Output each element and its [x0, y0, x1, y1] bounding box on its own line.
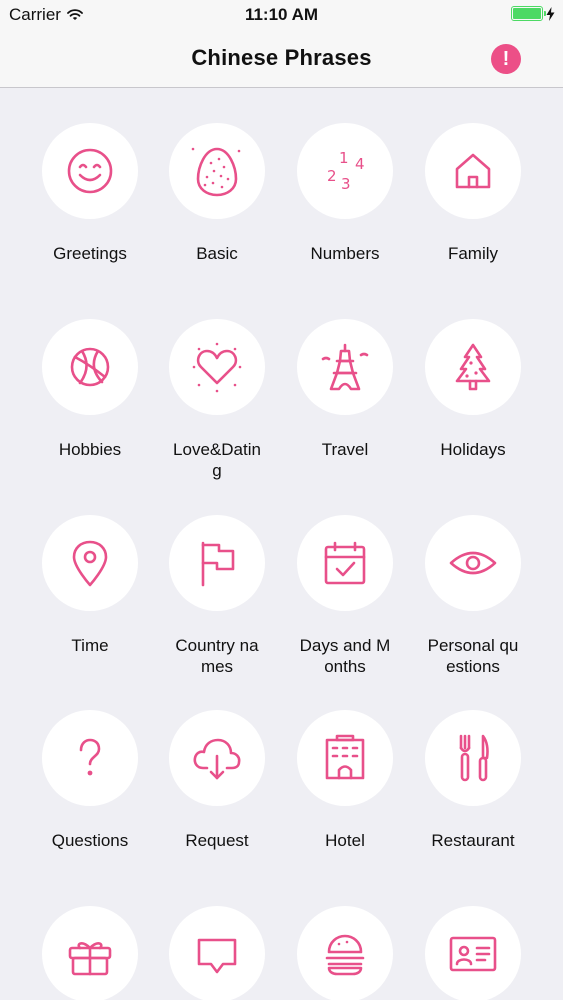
eiffel-tower-icon	[321, 343, 369, 391]
category-icon-circle	[425, 515, 521, 611]
category-icon-circle	[297, 710, 393, 806]
category-icon-circle: 1 4 2 3	[297, 123, 393, 219]
category-greetings[interactable]: Greetings	[26, 123, 154, 264]
category-numbers[interactable]: 1 4 2 3 Numbers	[281, 123, 409, 264]
category-icon-circle	[169, 515, 265, 611]
info-button[interactable]: !	[491, 44, 521, 74]
category-holidays[interactable]: Holidays	[409, 319, 537, 460]
hotel-icon	[325, 734, 365, 780]
egg-icon	[191, 147, 241, 197]
category-icon-circle	[425, 319, 521, 415]
status-bar: Carrier 11:10 AM	[0, 0, 563, 30]
category-personal-questions[interactable]: Personal questions	[409, 515, 537, 677]
category-label: Holidays	[440, 440, 506, 459]
house-icon	[455, 153, 491, 189]
category-days-and-months[interactable]: Days and Months	[281, 515, 409, 677]
id-card-icon	[449, 936, 497, 972]
charging-bolt-icon	[546, 6, 555, 21]
category-love-dating[interactable]: Love&Dating	[153, 319, 281, 481]
flag-icon	[201, 541, 235, 587]
category-icon-circle	[42, 906, 138, 1000]
navigation-bar: Chinese Phrases !	[0, 30, 563, 88]
burger-icon	[325, 934, 365, 976]
category-label: Time	[71, 636, 109, 655]
category-label: Request	[185, 831, 249, 850]
svg-text:4: 4	[355, 155, 365, 173]
battery-indicator	[511, 6, 555, 21]
location-pin-icon	[72, 540, 108, 587]
cloud-download-icon	[193, 738, 241, 780]
category-label: Love&Dating	[173, 440, 261, 480]
category-icon-circle	[42, 319, 138, 415]
category-basic[interactable]: Basic	[153, 123, 281, 264]
eye-icon	[449, 551, 497, 575]
category-icon-circle	[297, 906, 393, 1000]
category-food[interactable]	[281, 906, 409, 1000]
category-travel[interactable]: Travel	[281, 319, 409, 460]
category-icon-circle	[42, 515, 138, 611]
category-restaurant[interactable]: Restaurant	[409, 710, 537, 851]
category-request[interactable]: Request	[153, 710, 281, 851]
category-icon-circle	[169, 319, 265, 415]
category-icon-circle	[425, 906, 521, 1000]
svg-text:2: 2	[327, 167, 337, 185]
category-family[interactable]: Family	[409, 123, 537, 264]
category-time[interactable]: Time	[26, 515, 154, 656]
category-icon-circle	[297, 319, 393, 415]
category-grid: Greetings Basic 1 4 2 3 Numbers Family H…	[0, 89, 563, 1000]
category-hobbies[interactable]: Hobbies	[26, 319, 154, 460]
gift-icon	[68, 942, 112, 976]
category-label: Hotel	[325, 831, 365, 850]
calendar-icon	[324, 541, 366, 585]
svg-text:3: 3	[341, 175, 351, 193]
heart-icon	[192, 342, 242, 393]
category-icon-circle	[425, 123, 521, 219]
category-icon-circle	[169, 710, 265, 806]
status-time: 11:10 AM	[244, 5, 319, 24]
question-mark-icon	[79, 738, 101, 776]
christmas-tree-icon	[455, 343, 491, 391]
numbers-icon: 1 4 2 3	[327, 149, 365, 193]
category-id-card[interactable]	[409, 906, 537, 1000]
category-hotel[interactable]: Hotel	[281, 710, 409, 851]
category-label: Restaurant	[431, 831, 515, 850]
category-icon-circle	[42, 123, 138, 219]
category-chat[interactable]	[153, 906, 281, 1000]
category-questions[interactable]: Questions	[26, 710, 154, 851]
category-icon-circle	[42, 710, 138, 806]
category-label: Country names	[175, 636, 259, 676]
category-icon-circle	[169, 123, 265, 219]
category-label: Numbers	[310, 244, 380, 263]
category-icon-circle	[169, 906, 265, 1000]
fork-knife-icon	[459, 734, 489, 782]
category-label: Days and Months	[299, 636, 391, 676]
category-label: Hobbies	[58, 440, 122, 459]
category-icon-circle	[297, 515, 393, 611]
exclamation-icon: !	[502, 47, 510, 70]
basketball-icon	[70, 347, 110, 387]
category-label: Travel	[321, 440, 369, 459]
battery-icon	[511, 6, 546, 21]
category-label: Greetings	[53, 244, 127, 263]
category-label: Questions	[51, 831, 129, 850]
category-label: Family	[447, 244, 499, 263]
page-title: Chinese Phrases	[191, 45, 372, 70]
svg-text:1: 1	[339, 149, 349, 167]
category-label: Basic	[196, 244, 238, 263]
category-label: Personal questions	[427, 636, 519, 676]
category-gift[interactable]	[26, 906, 154, 1000]
smiley-icon	[67, 148, 113, 194]
chat-bubble-icon	[197, 938, 237, 974]
category-icon-circle	[425, 710, 521, 806]
category-country-names[interactable]: Country names	[153, 515, 281, 677]
